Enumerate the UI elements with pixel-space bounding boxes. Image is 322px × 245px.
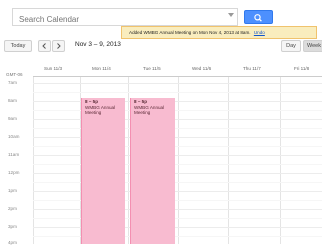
time-label: 1pm [8,188,17,193]
time-label: 4pm [8,240,17,245]
prev-week-button[interactable] [38,40,51,52]
half-hour-line [33,200,322,201]
half-hour-line [33,182,322,183]
search-options-chevron-icon[interactable] [228,13,234,17]
half-hour-line [33,92,322,93]
week-view-button[interactable]: Week [303,40,322,52]
event-title: WMBG Annual Meeting [134,104,165,116]
notification-message: Added WMBG Annual Meeting on Mon Nov 4, … [129,30,251,35]
search-icon [254,14,262,22]
half-hour-line [33,128,322,129]
event-wmbg-annual-meeting-tue[interactable]: 8 – 5p WMBG Annual Meeting [130,98,175,244]
day-header-sun[interactable]: Sun 11/3 [44,66,62,71]
chevron-left-icon [42,43,46,49]
today-button[interactable]: Today [4,40,32,52]
half-hour-line [33,236,322,237]
hour-line [33,191,322,192]
half-hour-line [33,218,322,219]
time-label: 7am [8,80,17,85]
event-wmbg-annual-meeting-mon[interactable]: 8 – 5p WMBG Annual Meeting [81,98,125,244]
event-title: WMBG Annual Meeting [85,104,116,116]
time-label: 9am [8,116,17,121]
day-header-tue[interactable]: Tue 11/5 [143,66,161,71]
half-hour-line [33,146,322,147]
time-label: 8am [8,98,17,103]
hour-line [33,83,322,84]
hour-line [33,227,322,228]
next-week-button[interactable] [52,40,65,52]
hour-line [33,155,322,156]
chevron-right-icon [57,43,61,49]
hour-line [33,173,322,174]
timezone-label: GMT-06 [6,72,23,77]
search-box [12,8,238,28]
day-header-wed[interactable]: Wed 11/6 [192,66,211,71]
time-label: 11am [8,152,20,157]
notification-banner: Added WMBG Annual Meeting on Mon Nov 4, … [121,26,317,39]
hour-line [33,119,322,120]
day-header-mon[interactable]: Mon 11/4 [92,66,111,71]
hour-line [33,101,322,102]
undo-link[interactable]: Undo [254,30,265,35]
time-label: 3pm [8,224,17,229]
hour-line [33,137,322,138]
search-button[interactable] [244,10,273,24]
day-view-button[interactable]: Day [281,40,301,52]
half-hour-line [33,110,322,111]
time-label: 2pm [8,206,17,211]
day-header-thu[interactable]: Thu 11/7 [243,66,261,71]
day-header-fri[interactable]: Fri 11/8 [294,66,309,71]
half-hour-line [33,164,322,165]
date-range-title: Nov 3 – 9, 2013 [75,41,121,48]
time-label: 10am [8,134,20,139]
time-label: 12pm [8,170,20,175]
hour-line [33,209,322,210]
